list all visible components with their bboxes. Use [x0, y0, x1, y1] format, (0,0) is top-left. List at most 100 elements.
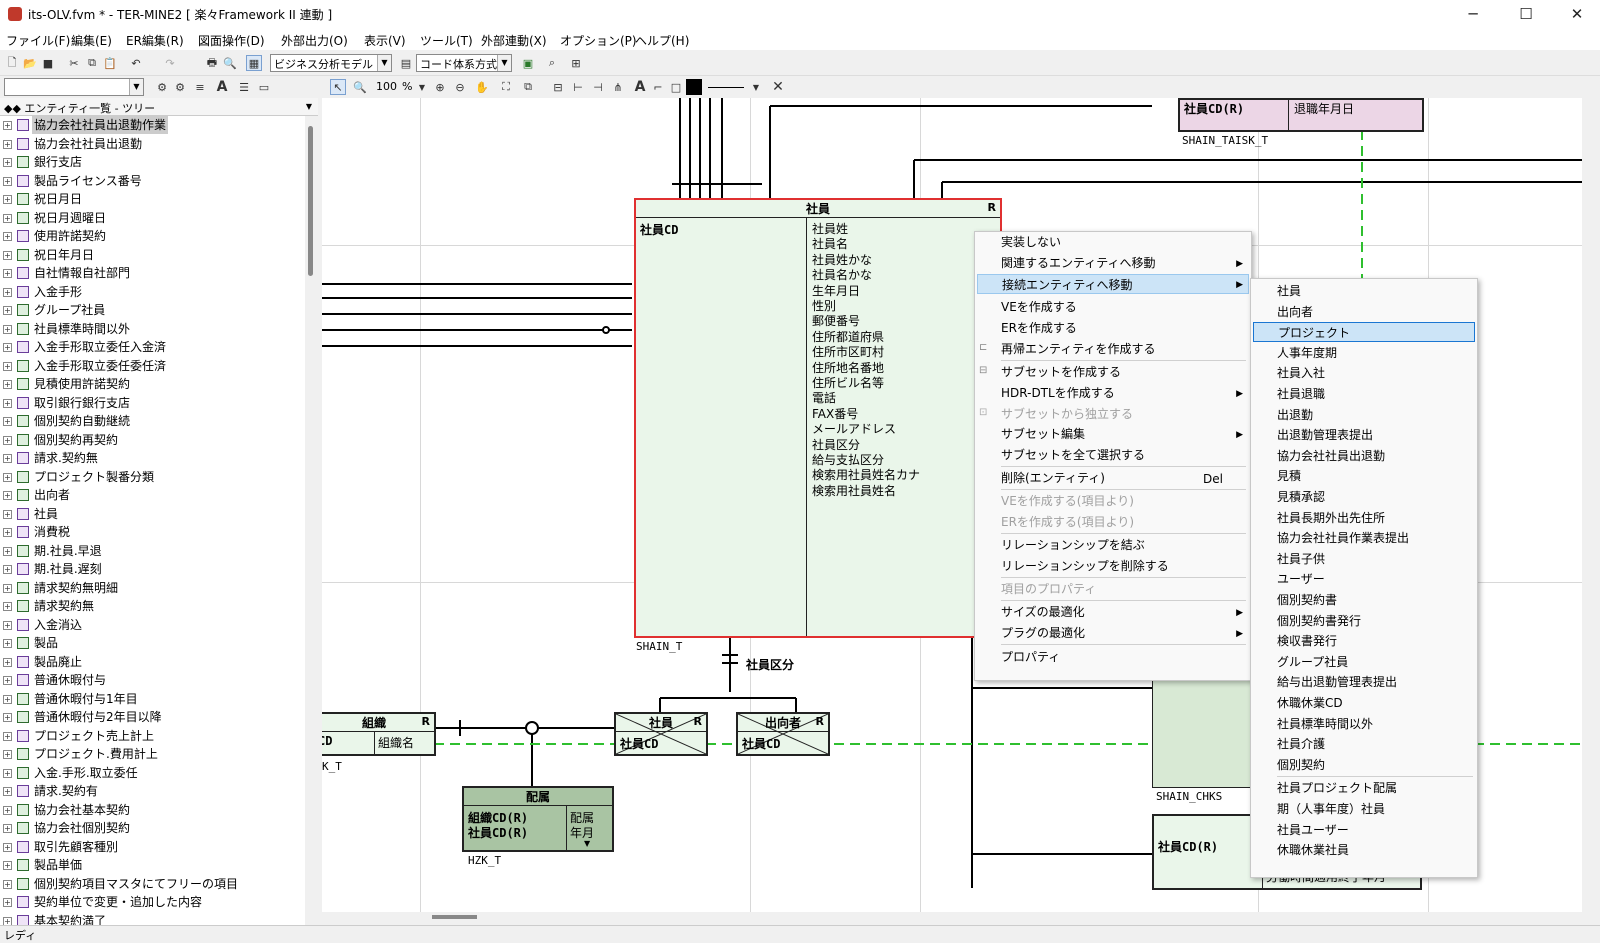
entity-subtype-shukko[interactable]: 出向者 R 社員CD — [736, 712, 830, 756]
tree-item[interactable]: + 消費税 — [0, 523, 300, 541]
line-elbow-icon[interactable]: ⌐ — [650, 79, 666, 95]
submenu-item[interactable]: 検収書発行 — [1277, 631, 1337, 651]
tree-item[interactable]: + プロジェクト売上計上 — [0, 727, 300, 745]
zoom-icon[interactable]: 🔍 — [352, 79, 368, 95]
ctx-create-subset[interactable]: サブセットを作成する — [1001, 362, 1121, 382]
ctx-goto-connected[interactable]: 接続エンティティへ移動 — [977, 274, 1249, 294]
chevron-down-icon[interactable]: ▼ — [748, 79, 764, 95]
model-toggle-icon[interactable]: ▦ — [246, 55, 262, 71]
entity-tool-icon[interactable]: ⚙ — [154, 79, 170, 95]
submenu-item[interactable]: 協力会社社員出退勤 — [1277, 446, 1385, 466]
expand-plus-icon[interactable]: + — [3, 768, 12, 778]
tree-item[interactable]: + 契約単位で変更・追加した内容 — [0, 893, 300, 911]
tree-item[interactable]: + 協力会社個別契約 — [0, 819, 300, 837]
ctx-link-relationship[interactable]: リレーションシップを結ぶ — [1001, 535, 1145, 555]
expand-plus-icon[interactable]: + — [3, 879, 12, 889]
grid-icon[interactable]: ⊞ — [568, 55, 584, 71]
tree-item[interactable]: + 取引銀行銀行支店 — [0, 394, 300, 412]
expand-plus-icon[interactable]: + — [3, 842, 12, 852]
tree-item[interactable]: + 祝日年月日 — [0, 246, 300, 264]
pointer-icon[interactable]: ↖ — [330, 79, 346, 95]
expand-plus-icon[interactable]: + — [3, 139, 12, 149]
ctx-select-all-subsets[interactable]: サブセットを全て選択する — [1001, 445, 1145, 465]
close-button[interactable]: ✕ — [1554, 0, 1600, 28]
chevron-down-icon[interactable]: ▼ — [306, 102, 312, 111]
expand-plus-icon[interactable]: + — [3, 509, 12, 519]
save-icon[interactable]: ■ — [40, 55, 56, 71]
submenu-item[interactable]: 期（人事年度）社員 — [1277, 799, 1385, 819]
tree-item[interactable]: + 銀行支店 — [0, 153, 300, 171]
rectangle-icon[interactable]: □ — [668, 79, 684, 95]
tree-item[interactable]: + プロジェクト.費用計上 — [0, 745, 300, 763]
menu-help[interactable]: ヘルプ(H) — [635, 32, 689, 49]
bde-icon[interactable]: ≡ — [192, 79, 208, 95]
submenu-item[interactable]: 社員 — [1277, 281, 1301, 301]
minimize-button[interactable]: ─ — [1450, 0, 1496, 28]
tree-item[interactable]: + 請求契約無明細 — [0, 579, 300, 597]
model-select[interactable]: ビジネス分析モデル ▼ — [270, 54, 392, 72]
submenu-item[interactable]: 休職休業CD — [1277, 693, 1343, 713]
text-icon[interactable]: A — [632, 79, 648, 95]
zoom-in-icon[interactable]: ⊕ — [432, 79, 448, 95]
print-icon[interactable]: 🖶 — [204, 55, 220, 71]
expand-plus-icon[interactable]: + — [3, 398, 12, 408]
expand-plus-icon[interactable]: + — [3, 306, 12, 315]
tree-item[interactable]: + 製品単価 — [0, 856, 300, 874]
line-style-icon[interactable] — [708, 87, 744, 88]
tree-item[interactable]: + 入金.手形.取立委任 — [0, 764, 300, 782]
scrollbar-thumb[interactable] — [308, 126, 313, 276]
submenu-item[interactable]: 人事年度期 — [1277, 343, 1337, 363]
menu-external[interactable]: 外部連動(X) — [481, 32, 547, 49]
canvas-hscrollbar[interactable] — [322, 912, 1582, 925]
expand-plus-icon[interactable]: + — [3, 602, 12, 611]
expand-plus-icon[interactable]: + — [3, 805, 12, 815]
submenu-item[interactable]: 協力会社社員作業表提出 — [1277, 528, 1409, 548]
entity-add-icon[interactable]: ⊟ — [550, 79, 566, 95]
find-binoculars-icon[interactable]: ⌕ — [544, 55, 560, 71]
ctx-create-recursive[interactable]: 再帰エンティティを作成する — [1001, 339, 1156, 359]
expand-plus-icon[interactable]: + — [3, 454, 12, 463]
ctx-goto-related[interactable]: 関連するエンティティへ移動 — [1001, 253, 1156, 273]
tree-item[interactable]: + 製品 — [0, 634, 300, 652]
tree-item[interactable]: + 製品ライセンス番号 — [0, 172, 300, 190]
menu-diagram[interactable]: 図面操作(D) — [198, 32, 265, 49]
expand-plus-icon[interactable]: + — [3, 620, 12, 630]
menu-export[interactable]: 外部出力(O) — [281, 32, 348, 49]
submenu-item[interactable]: 見積承認 — [1277, 487, 1325, 507]
expand-plus-icon[interactable]: + — [3, 787, 12, 796]
zoom-value[interactable]: 100 — [376, 80, 397, 93]
ctx-create-ve[interactable]: VEを作成する — [1001, 297, 1077, 317]
submenu-item[interactable]: 個別契約書 — [1277, 590, 1337, 610]
tree-item[interactable]: + 基本契約満了 — [0, 912, 300, 925]
expand-plus-icon[interactable]: + — [3, 713, 12, 722]
scrollbar-thumb[interactable] — [432, 915, 477, 919]
tree-item[interactable]: + 社員標準時間以外 — [0, 320, 300, 338]
tree-item[interactable]: + 協力会社社員出退勤作業 — [0, 116, 300, 134]
ctx-create-hdr-dtl[interactable]: HDR-DTLを作成する — [1001, 383, 1115, 403]
ctx-not-implement[interactable]: 実装しない — [1001, 232, 1061, 252]
tree-item[interactable]: + 協力会社社員出退勤 — [0, 135, 300, 153]
menu-view[interactable]: 表示(V) — [364, 32, 406, 49]
expand-plus-icon[interactable]: + — [3, 287, 12, 297]
entity-tool2-icon[interactable]: ⚙ — [172, 79, 188, 95]
submenu-item[interactable]: 給与出退勤管理表提出 — [1277, 672, 1397, 692]
expand-plus-icon[interactable]: + — [3, 694, 12, 704]
ctx-delete-entity[interactable]: 削除(エンティティ) — [1001, 468, 1105, 488]
copy-diagram-icon[interactable]: ⧉ — [520, 79, 536, 95]
tree-item[interactable]: + 請求.契約有 — [0, 782, 300, 800]
ctx-create-er[interactable]: ERを作成する — [1001, 318, 1077, 338]
menu-tools[interactable]: ツール(T) — [420, 32, 473, 49]
copy-icon[interactable]: ⧉ — [84, 55, 100, 71]
submenu-item[interactable]: グループ社員 — [1277, 652, 1348, 672]
expand-plus-icon[interactable]: + — [3, 898, 12, 907]
submenu-item[interactable]: ユーザー — [1277, 569, 1325, 589]
ctx-delete-relationship[interactable]: リレーションシップを削除する — [1001, 556, 1169, 576]
relation3-icon[interactable]: ⋔ — [610, 79, 626, 95]
expand-plus-icon[interactable]: + — [3, 176, 12, 186]
submenu-item[interactable]: 社員介護 — [1277, 734, 1325, 754]
entity-soshiki[interactable]: 組織 R CD 組織名 — [322, 712, 436, 756]
expand-plus-icon[interactable]: + — [3, 657, 12, 667]
submenu-item[interactable]: 社員標準時間以外 — [1277, 714, 1373, 734]
expand-plus-icon[interactable]: + — [3, 861, 12, 870]
submenu-item[interactable]: 社員長期外出先住所 — [1277, 508, 1385, 528]
